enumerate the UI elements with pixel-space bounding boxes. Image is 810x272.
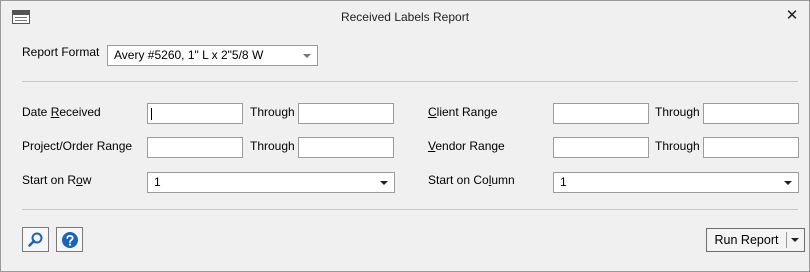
client-range-from-input[interactable] xyxy=(553,103,649,124)
vendor-range-through-input[interactable] xyxy=(703,137,799,158)
client-range-through-label: Through xyxy=(655,105,700,119)
project-order-range-label: Project/Order Range xyxy=(22,139,133,153)
text-caret xyxy=(151,108,152,120)
search-button[interactable] xyxy=(22,227,49,252)
close-button[interactable]: ✕ xyxy=(781,5,803,27)
top-separator xyxy=(22,81,798,82)
help-icon xyxy=(62,232,78,248)
run-report-split-button: Run Report xyxy=(706,228,805,252)
project-order-range-through-label: Through xyxy=(250,139,295,153)
chevron-down-icon xyxy=(303,54,311,58)
date-received-label: Date Received xyxy=(22,105,101,119)
vendor-range-through-label: Through xyxy=(655,139,700,153)
chevron-down-icon xyxy=(784,181,792,185)
start-on-row-value: 1 xyxy=(154,175,161,189)
window-title: Received Labels Report xyxy=(340,10,470,24)
vendor-range-from-input[interactable] xyxy=(553,137,649,158)
client-range-label: Client Range xyxy=(428,105,498,119)
date-received-through-input[interactable] xyxy=(298,103,394,124)
received-labels-report-window: Received Labels Report ✕ Report Format A… xyxy=(0,0,810,272)
vendor-range-label: Vendor Range xyxy=(428,139,505,153)
client-range-through-input[interactable] xyxy=(703,103,799,124)
report-format-label: Report Format xyxy=(22,45,100,59)
start-on-column-select[interactable]: 1 xyxy=(553,172,799,193)
search-icon xyxy=(28,232,43,247)
date-received-through-label: Through xyxy=(250,105,295,119)
run-report-button[interactable]: Run Report xyxy=(707,229,786,251)
title-bar: Received Labels Report ✕ xyxy=(1,1,809,31)
chevron-down-icon xyxy=(380,181,388,185)
run-report-dropdown-button[interactable] xyxy=(787,229,804,251)
start-on-column-value: 1 xyxy=(560,175,567,189)
date-received-from-input[interactable] xyxy=(147,103,243,124)
start-on-column-label: Start on Column xyxy=(428,173,515,187)
report-format-select[interactable]: Avery #5260, 1" L x 2"5/8 W xyxy=(107,45,318,66)
project-order-range-from-input[interactable] xyxy=(147,137,243,158)
help-button[interactable] xyxy=(56,227,83,252)
bottom-separator xyxy=(22,209,798,210)
start-on-row-label: Start on Row xyxy=(22,173,92,187)
start-on-row-select[interactable]: 1 xyxy=(147,172,395,193)
report-format-value: Avery #5260, 1" L x 2"5/8 W xyxy=(114,48,264,62)
project-order-range-through-input[interactable] xyxy=(298,137,394,158)
